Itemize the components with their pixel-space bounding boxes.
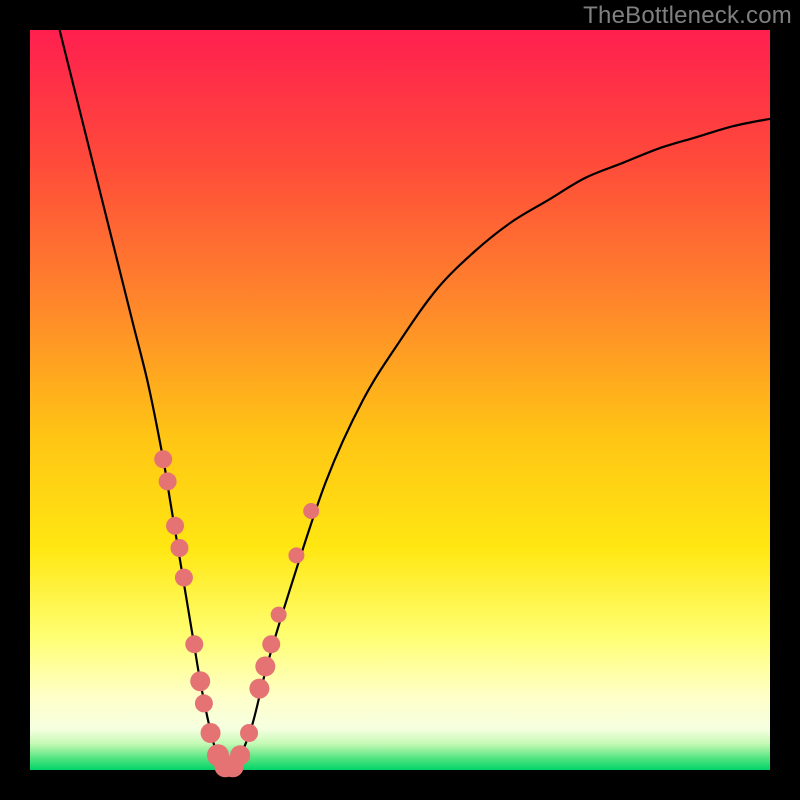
data-marker xyxy=(166,517,184,535)
plot-background xyxy=(30,30,770,770)
data-marker xyxy=(175,569,193,587)
data-marker xyxy=(249,679,269,699)
data-marker xyxy=(303,503,319,519)
chart-frame: TheBottleneck.com xyxy=(0,0,800,800)
data-marker xyxy=(255,656,275,676)
data-marker xyxy=(195,694,213,712)
data-marker xyxy=(240,724,258,742)
data-marker xyxy=(185,635,203,653)
bottleneck-chart xyxy=(0,0,800,800)
data-marker xyxy=(230,745,250,765)
data-marker xyxy=(170,539,188,557)
data-marker xyxy=(262,635,280,653)
data-marker xyxy=(154,450,172,468)
data-marker xyxy=(190,671,210,691)
data-marker xyxy=(288,547,304,563)
watermark-text: TheBottleneck.com xyxy=(583,2,792,30)
data-marker xyxy=(159,472,177,490)
data-marker xyxy=(201,723,221,743)
data-marker xyxy=(271,607,287,623)
